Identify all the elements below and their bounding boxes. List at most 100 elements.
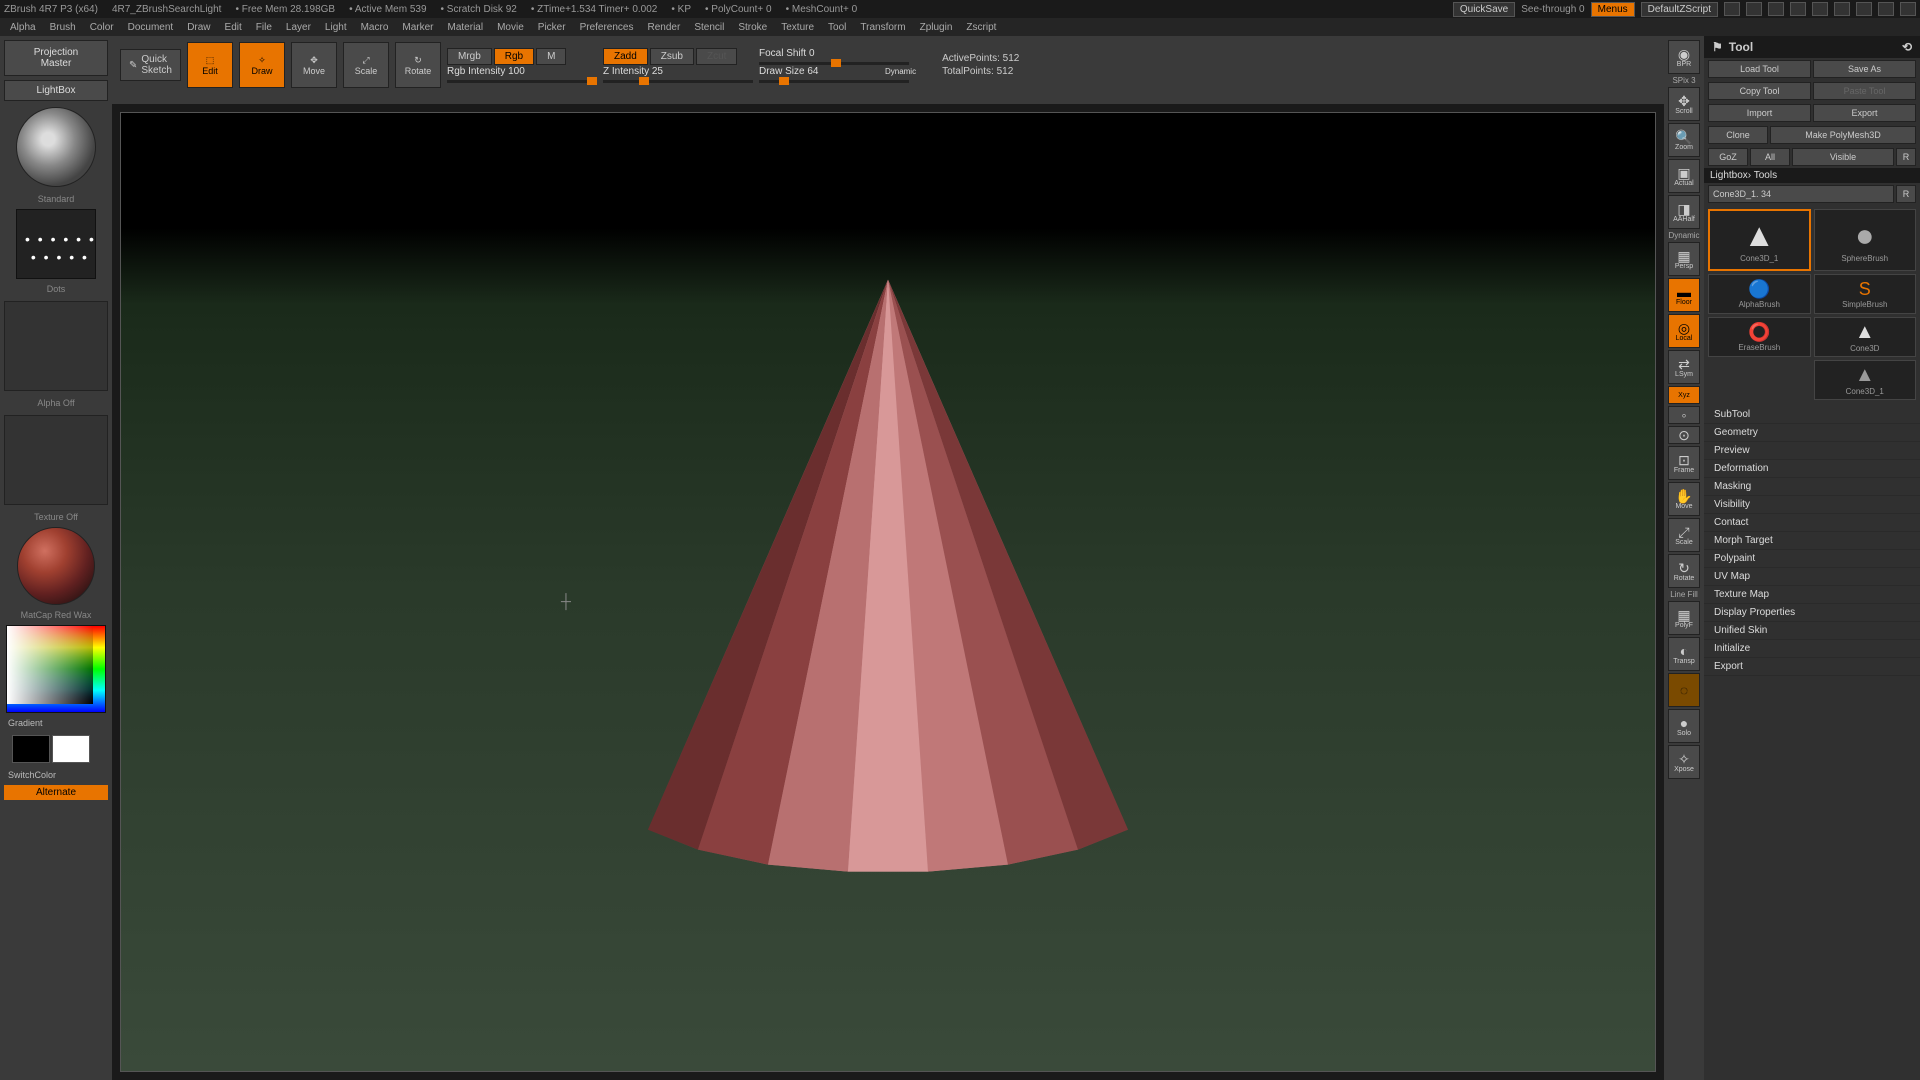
seethrough-label[interactable]: See-through 0 [1521, 4, 1584, 15]
secondary-color-swatch[interactable] [12, 735, 50, 763]
tool-thumb-alpha[interactable]: 🔵AlphaBrush [1708, 274, 1811, 314]
lsym-button[interactable]: ⇄LSym [1668, 350, 1700, 384]
quick-sketch-button[interactable]: ✎ Quick Sketch [120, 49, 181, 81]
current-tool-name[interactable]: Cone3D_1. 34 [1708, 185, 1894, 203]
z-intensity-slider[interactable]: Z Intensity 25 [603, 66, 723, 77]
menu-preferences[interactable]: Preferences [580, 22, 634, 33]
save-as-button[interactable]: Save As [1813, 60, 1916, 78]
acc-display-props[interactable]: Display Properties [1704, 604, 1920, 622]
zoom-button[interactable]: 🔍Zoom [1668, 123, 1700, 157]
tool-thumb-cone[interactable]: ▲Cone3D_1 [1708, 209, 1811, 271]
rgb-intensity-track[interactable] [447, 80, 597, 83]
solo-button[interactable]: ●Solo [1668, 709, 1700, 743]
lightbox-button[interactable]: LightBox [4, 80, 108, 101]
menu-brush[interactable]: Brush [50, 22, 76, 33]
clone-button[interactable]: Clone [1708, 126, 1768, 144]
switch-color-button[interactable]: SwitchColor [4, 769, 108, 781]
collapse-icon[interactable]: ⟲ [1902, 40, 1912, 54]
acc-uv-map[interactable]: UV Map [1704, 568, 1920, 586]
bpr-button[interactable]: ◉BPR [1668, 40, 1700, 74]
window-icon-3[interactable] [1768, 2, 1784, 16]
zsub-button[interactable]: Zsub [650, 48, 694, 65]
acc-visibility[interactable]: Visibility [1704, 496, 1920, 514]
material-preview[interactable] [17, 527, 95, 605]
draw-size-track[interactable] [759, 80, 909, 83]
acc-geometry[interactable]: Geometry [1704, 424, 1920, 442]
xpose-button[interactable]: ✧Xpose [1668, 745, 1700, 779]
menu-stroke[interactable]: Stroke [738, 22, 767, 33]
persp-button[interactable]: ▦Persp [1668, 242, 1700, 276]
menu-alpha[interactable]: Alpha [10, 22, 36, 33]
color-picker[interactable] [6, 625, 106, 713]
tool-panel-header[interactable]: ⚑ Tool ⟲ [1704, 36, 1920, 58]
focal-shift-slider[interactable]: Focal Shift 0 [759, 48, 879, 59]
paste-tool-button[interactable]: Paste Tool [1813, 82, 1916, 100]
minimize-icon[interactable] [1856, 2, 1872, 16]
menu-layer[interactable]: Layer [286, 22, 311, 33]
tool-thumb-erase[interactable]: ⭕EraseBrush [1708, 317, 1811, 357]
acc-masking[interactable]: Masking [1704, 478, 1920, 496]
local-button[interactable]: ◎Local [1668, 314, 1700, 348]
rotate-view-button[interactable]: ↻Rotate [1668, 554, 1700, 588]
xyz-button[interactable]: Xyz [1668, 386, 1700, 404]
transp-button[interactable]: ◐Transp [1668, 637, 1700, 671]
dynamic-label[interactable]: Dynamic [885, 67, 916, 76]
tool-thumb-simple[interactable]: SSimpleBrush [1814, 274, 1917, 314]
alpha-slot[interactable] [4, 301, 108, 391]
viewport-canvas[interactable]: ┼ [120, 112, 1656, 1072]
acc-export[interactable]: Export [1704, 658, 1920, 676]
menu-texture[interactable]: Texture [781, 22, 814, 33]
menu-material[interactable]: Material [448, 22, 484, 33]
maximize-icon[interactable] [1878, 2, 1894, 16]
menu-render[interactable]: Render [648, 22, 681, 33]
window-icon-4[interactable] [1790, 2, 1806, 16]
default-zscript[interactable]: DefaultZScript [1641, 2, 1718, 17]
close-icon[interactable] [1900, 2, 1916, 16]
load-tool-button[interactable]: Load Tool [1708, 60, 1811, 78]
tool-thumb-cone2[interactable]: ▲Cone3D [1814, 317, 1917, 357]
goz-all-button[interactable]: All [1750, 148, 1790, 166]
scale-view-button[interactable]: ⤢Scale [1668, 518, 1700, 552]
focal-shift-track[interactable] [759, 62, 909, 65]
quicksave-button[interactable]: QuickSave [1453, 2, 1515, 17]
menu-zscript[interactable]: Zscript [966, 22, 996, 33]
menus-button[interactable]: Menus [1591, 2, 1635, 17]
copy-tool-button[interactable]: Copy Tool [1708, 82, 1811, 100]
acc-preview[interactable]: Preview [1704, 442, 1920, 460]
texture-slot[interactable] [4, 415, 108, 505]
menu-stencil[interactable]: Stencil [694, 22, 724, 33]
export-button[interactable]: Export [1813, 104, 1916, 122]
menu-document[interactable]: Document [128, 22, 174, 33]
rgb-button[interactable]: Rgb [494, 48, 534, 65]
tool-thumb-cone3[interactable]: ▲Cone3D_1 [1814, 360, 1917, 400]
lightbox-tools-header[interactable]: Lightbox› Tools [1704, 168, 1920, 183]
aahalf-button[interactable]: ◨AAHalf [1668, 195, 1700, 229]
window-icon-2[interactable] [1746, 2, 1762, 16]
acc-contact[interactable]: Contact [1704, 514, 1920, 532]
projection-master-button[interactable]: Projection Master [4, 40, 108, 76]
ghost-button[interactable]: ◌ [1668, 673, 1700, 707]
move-tool-button[interactable]: ✥Move [291, 42, 337, 88]
goz-button[interactable]: GoZ [1708, 148, 1748, 166]
rotate-tool-button[interactable]: ↻Rotate [395, 42, 441, 88]
zcut-button[interactable]: Zcut [696, 48, 737, 65]
menu-file[interactable]: File [256, 22, 272, 33]
menu-draw[interactable]: Draw [187, 22, 210, 33]
menu-picker[interactable]: Picker [538, 22, 566, 33]
draw-tool-button[interactable]: ✧Draw [239, 42, 285, 88]
window-icon-5[interactable] [1812, 2, 1828, 16]
acc-unified-skin[interactable]: Unified Skin [1704, 622, 1920, 640]
acc-subtool[interactable]: SubTool [1704, 406, 1920, 424]
menu-edit[interactable]: Edit [225, 22, 242, 33]
actual-button[interactable]: ▣Actual [1668, 159, 1700, 193]
move-view-button[interactable]: ✋Move [1668, 482, 1700, 516]
tool-thumb-sphere[interactable]: ●SphereBrush [1814, 209, 1917, 271]
acc-deformation[interactable]: Deformation [1704, 460, 1920, 478]
rgb-intensity-slider[interactable]: Rgb Intensity 100 [447, 66, 567, 77]
tool-r-button[interactable]: R [1896, 185, 1916, 203]
polyf-button[interactable]: ▦PolyF [1668, 601, 1700, 635]
menu-marker[interactable]: Marker [402, 22, 433, 33]
spix-label[interactable]: SPix 3 [1672, 76, 1695, 85]
menu-macro[interactable]: Macro [361, 22, 389, 33]
menu-zplugin[interactable]: Zplugin [920, 22, 953, 33]
